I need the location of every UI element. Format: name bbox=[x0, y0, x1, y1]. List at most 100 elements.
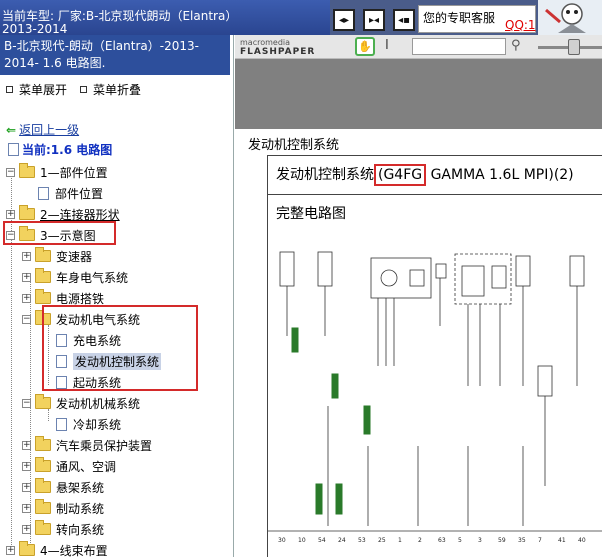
tree-item-label: 冷却系统 bbox=[73, 417, 122, 432]
zoom-slider-knob[interactable] bbox=[568, 39, 580, 55]
collapse-icon: − bbox=[22, 313, 31, 324]
document-page: 发动机控制系统 发动机控制系统 (G4FG GAMMA 1.6L MPI)(2) … bbox=[235, 129, 602, 557]
tree-item-label: 电源搭铁 bbox=[56, 291, 105, 306]
tree-item-cooling-system[interactable]: 冷却系统 bbox=[56, 414, 121, 434]
collapse-square-icon bbox=[80, 86, 87, 93]
service-label: 您的专职客服 bbox=[423, 11, 496, 25]
back-arrow-icon: ⇐ bbox=[6, 123, 17, 137]
folder-icon bbox=[19, 541, 35, 556]
expand-icon: + bbox=[22, 271, 31, 282]
tree-item-label: 通风、空调 bbox=[56, 459, 117, 474]
top-header: 当前车型: 厂家:B-北京现代朗动（Elantra） 2013-2014 ◂▸ … bbox=[0, 0, 602, 35]
expand-square-icon bbox=[6, 86, 13, 93]
folder-icon bbox=[35, 289, 51, 304]
sheet-title-main: 发动机控制系统 bbox=[276, 167, 374, 183]
tree-item-label: 部件位置 bbox=[55, 186, 104, 201]
page-icon bbox=[8, 143, 19, 156]
document-viewer: macromedia FLASHPAPER ✋ I ⚲ 发动机控制系统 发动机控… bbox=[235, 35, 602, 557]
connector-pin-label: 1 bbox=[398, 537, 402, 544]
page-icon bbox=[56, 417, 67, 431]
prev-next-icon: ▸◂ bbox=[368, 14, 380, 26]
expand-icon: + bbox=[22, 250, 31, 261]
hand-tool-icon: ✋ bbox=[358, 40, 372, 53]
connector-pin-label: 10 bbox=[298, 537, 306, 544]
hand-tool-button[interactable]: ✋ bbox=[355, 37, 375, 56]
tree-item-hvac[interactable]: + 通风、空调 bbox=[22, 456, 116, 476]
tree-item-label: 制动系统 bbox=[56, 501, 105, 516]
logo-big-text: FLASHPAPER bbox=[240, 47, 316, 57]
connector-pin-label: 30 bbox=[278, 537, 286, 544]
tree-item-label: 1—部件位置 bbox=[40, 165, 108, 180]
tree-item-label: 转向系统 bbox=[56, 522, 105, 537]
page-icon bbox=[38, 186, 49, 200]
tree-item-body-electrical[interactable]: + 车身电气系统 bbox=[22, 267, 128, 287]
tree-item-label: 发动机机械系统 bbox=[56, 396, 141, 411]
sheet-divider bbox=[268, 194, 602, 195]
connector-pin-label: 24 bbox=[338, 537, 346, 544]
tree-item-engine-mechanical[interactable]: − 发动机机械系统 bbox=[22, 393, 140, 413]
tree-item-transmission[interactable]: + 变速器 bbox=[22, 246, 92, 266]
collapse-icon: − bbox=[22, 397, 31, 408]
tree-item-label: 变速器 bbox=[56, 249, 93, 264]
tree-item-label: 车身电气系统 bbox=[56, 270, 129, 285]
connector-pin-label: 3 bbox=[478, 537, 482, 544]
search-input[interactable] bbox=[412, 38, 506, 55]
menu-expand-button[interactable]: 菜单展开 bbox=[6, 81, 67, 98]
back-link[interactable]: ⇐ 返回上一级 bbox=[6, 121, 79, 138]
last-page-icon: ◂▪ bbox=[398, 14, 410, 26]
first-page-button[interactable]: ◂▸ bbox=[333, 9, 355, 31]
connector-pin-label: 59 bbox=[498, 537, 506, 544]
highlight-box-engine-electrical bbox=[42, 305, 198, 391]
folder-icon bbox=[35, 499, 51, 514]
expand-icon: + bbox=[6, 208, 15, 219]
expand-icon: + bbox=[22, 292, 31, 303]
expand-icon: + bbox=[22, 502, 31, 513]
magnifier-icon: ⚲ bbox=[511, 38, 521, 53]
collapse-icon: − bbox=[6, 166, 15, 177]
engine-code: (G4FG bbox=[374, 164, 427, 186]
connector-pin-label: 7 bbox=[538, 537, 542, 544]
document-title: B-北京现代-朗动（Elantra）-2013-2014- 1.6 电路图. bbox=[0, 35, 230, 75]
text-select-tool[interactable]: I bbox=[385, 38, 389, 53]
expand-icon: + bbox=[22, 460, 31, 471]
expand-icon: + bbox=[22, 481, 31, 492]
connector-pin-label: 54 bbox=[318, 537, 326, 544]
folder-icon bbox=[19, 205, 35, 220]
search-button[interactable]: ⚲ bbox=[511, 38, 521, 53]
menu-expand-label: 菜单展开 bbox=[19, 83, 68, 97]
flashpaper-logo: macromedia FLASHPAPER bbox=[240, 38, 315, 57]
last-page-button[interactable]: ◂▪ bbox=[393, 9, 415, 31]
tree-item-harness-layout[interactable]: +4—线束布置 bbox=[6, 540, 108, 557]
qq-link[interactable]: QQ:1 bbox=[505, 18, 536, 32]
folder-icon bbox=[35, 247, 51, 262]
logo-small-text: macromedia bbox=[240, 38, 291, 47]
sheet-title-suffix: GAMMA 1.6L MPI)(2) bbox=[426, 167, 574, 183]
sheet-title: 发动机控制系统 (G4FG GAMMA 1.6L MPI)(2) bbox=[276, 164, 574, 186]
menu-collapse-button[interactable]: 菜单折叠 bbox=[80, 81, 141, 98]
folder-icon bbox=[35, 457, 51, 472]
expand-icon: + bbox=[6, 544, 15, 555]
expand-icon: + bbox=[22, 523, 31, 534]
current-location-label: 当前:1.6 电路图 bbox=[22, 143, 113, 157]
tree-item-steering-system[interactable]: + 转向系统 bbox=[22, 519, 104, 539]
folder-icon bbox=[35, 436, 51, 451]
connector-pin-label: 53 bbox=[358, 537, 366, 544]
back-link-label: 返回上一级 bbox=[19, 123, 80, 137]
prev-next-button[interactable]: ▸◂ bbox=[363, 9, 385, 31]
connector-pin-label: 35 bbox=[518, 537, 526, 544]
mascot-image bbox=[538, 0, 602, 35]
tree-item-brake-system[interactable]: + 制动系统 bbox=[22, 498, 104, 518]
first-page-icon: ◂▸ bbox=[338, 14, 350, 26]
tree-item-label: 悬架系统 bbox=[56, 480, 105, 495]
current-location: 当前:1.6 电路图 bbox=[8, 141, 112, 158]
tree-item-component-location[interactable]: − 1—部件位置 bbox=[6, 162, 108, 182]
sheet-subtitle: 完整电路图 bbox=[276, 206, 346, 222]
highlight-box-schematic bbox=[3, 221, 116, 245]
connector-pin-label: 5 bbox=[458, 537, 462, 544]
tree-item-occupant-protection[interactable]: + 汽车乘员保护装置 bbox=[22, 435, 152, 455]
connector-pin-label: 2 bbox=[418, 537, 422, 544]
tree-item-component-location-page[interactable]: 部件位置 bbox=[38, 183, 103, 203]
tree-item-label: 2—连接器形状 bbox=[40, 207, 120, 222]
tree-item-suspension[interactable]: + 悬架系统 bbox=[22, 477, 104, 497]
viewer-toolbar: macromedia FLASHPAPER ✋ I ⚲ bbox=[235, 35, 602, 59]
